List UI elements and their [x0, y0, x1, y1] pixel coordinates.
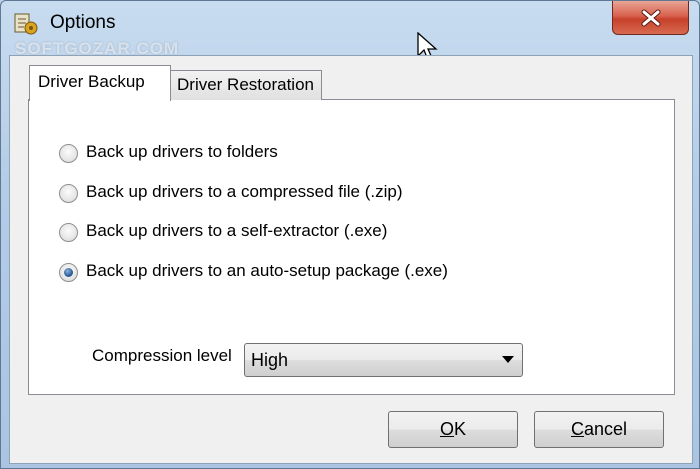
compression-level-value: High — [251, 350, 289, 370]
close-icon — [641, 9, 661, 27]
ok-mnemonic: O — [439, 419, 454, 439]
window-title: Options — [50, 12, 116, 33]
option-label: Back up drivers to folders — [86, 142, 278, 161]
driver-tool-icon — [13, 11, 39, 37]
compression-level-select[interactable]: High — [244, 343, 523, 377]
chevron-down-icon — [502, 356, 514, 363]
driver-backup-panel: Back up drivers to folders Back up drive… — [28, 99, 675, 395]
cancel-mnemonic: C — [570, 419, 584, 439]
option-label: Back up drivers to a compressed file (.z… — [86, 182, 403, 201]
radio-auto-setup[interactable] — [59, 263, 78, 282]
title-bar[interactable]: Options SOFTGOZAR.COM — [1, 1, 700, 58]
radio-zip[interactable] — [59, 184, 78, 203]
option-label: Back up drivers to a self-extractor (.ex… — [86, 221, 388, 240]
compression-level-label: Compression level — [92, 346, 232, 365]
radio-folders[interactable] — [59, 144, 78, 163]
ok-button[interactable]: OK — [388, 411, 518, 448]
ok-label-rest: K — [454, 419, 467, 439]
tab-driver-restoration[interactable]: Driver Restoration — [170, 70, 322, 100]
cancel-label-rest: ancel — [583, 419, 628, 439]
option-label: Back up drivers to an auto-setup package… — [86, 261, 448, 280]
options-window: Options SOFTGOZAR.COM Driver Backup Driv… — [0, 0, 700, 469]
cancel-button[interactable]: Cancel — [534, 411, 664, 448]
dialog-body: Driver Backup Driver Restoration Back up… — [9, 55, 693, 464]
radio-self-extractor[interactable] — [59, 223, 78, 242]
tab-driver-backup[interactable]: Driver Backup — [29, 65, 171, 101]
close-button[interactable] — [612, 1, 689, 35]
